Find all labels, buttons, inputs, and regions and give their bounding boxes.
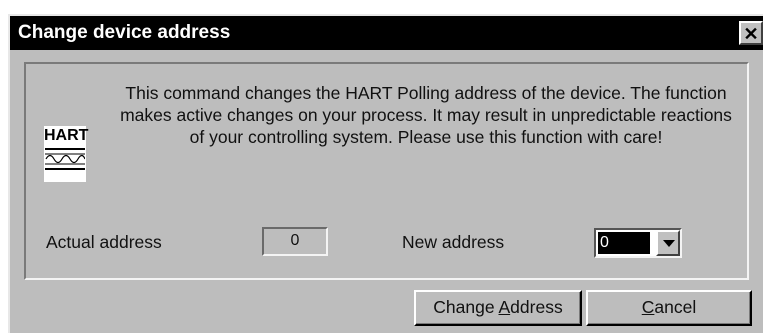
info-group: HART This command changes the HART Polli…: [24, 62, 749, 280]
change-address-label-pre: Change: [433, 297, 499, 317]
window-title: Change device address: [18, 22, 231, 43]
actual-address-label: Actual address: [46, 232, 162, 252]
hart-logo-text: HART: [44, 127, 89, 144]
cancel-accelerator: C: [641, 297, 655, 317]
change-address-dialog: Change device address ✕ HART This comman…: [8, 14, 763, 333]
actual-address-value: 0: [262, 227, 328, 256]
change-address-label-post: ddress: [510, 297, 563, 317]
cancel-button[interactable]: Cancel: [586, 290, 752, 326]
cancel-label: ancel: [654, 297, 697, 317]
close-icon[interactable]: ✕: [739, 21, 763, 45]
hart-signal-icon: [45, 148, 85, 170]
hart-logo: HART: [44, 126, 89, 182]
chevron-down-icon[interactable]: [656, 230, 680, 256]
title-bar: Change device address ✕: [10, 16, 763, 50]
change-address-button[interactable]: Change Address: [414, 290, 582, 326]
change-address-accelerator: A: [498, 297, 511, 317]
warning-message: This command changes the HART Polling ad…: [120, 83, 732, 147]
new-address-label: New address: [402, 232, 505, 252]
new-address-select[interactable]: 0: [594, 228, 682, 258]
new-address-value[interactable]: 0: [598, 232, 650, 254]
